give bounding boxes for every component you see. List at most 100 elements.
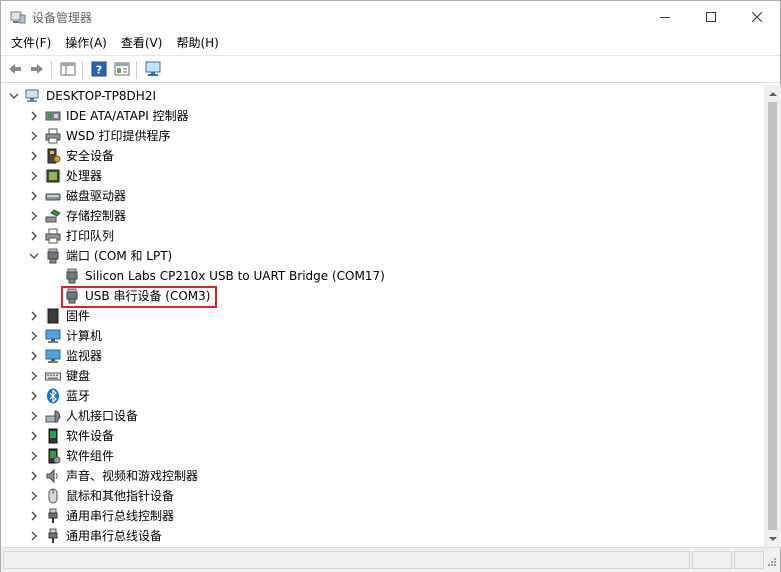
tree-category-label: 鼠标和其他指针设备: [66, 489, 175, 503]
tree-category-row[interactable]: 软件组件: [2, 446, 764, 466]
maximize-button[interactable]: [688, 1, 734, 32]
chevron-right-icon[interactable]: [28, 370, 40, 382]
status-pane-3: [734, 551, 764, 569]
storage-controller-icon: [45, 208, 61, 224]
toolbar-separator: [51, 61, 52, 79]
tree-category-row[interactable]: 通用串行总线控制器: [2, 506, 764, 526]
tree-category-label: 安全设备: [66, 149, 115, 163]
chevron-right-icon[interactable]: [28, 410, 40, 422]
chevron-right-icon[interactable]: [28, 310, 40, 322]
chevron-right-icon[interactable]: [28, 190, 40, 202]
tree-category-label: IDE ATA/ATAPI 控制器: [66, 109, 189, 123]
resize-grip-icon[interactable]: [765, 557, 777, 569]
chevron-right-icon[interactable]: [28, 430, 40, 442]
device-tree: DESKTOP-TP8DH2I IDE ATA/ATAPI 控制器 WSD 打印提…: [2, 85, 764, 547]
minimize-button[interactable]: [642, 1, 688, 32]
tree-category-row[interactable]: 人机接口设备: [2, 406, 764, 426]
chevron-right-icon[interactable]: [28, 330, 40, 342]
tree-category-row[interactable]: 安全设备: [2, 146, 764, 166]
tree-category-label: 端口 (COM 和 LPT): [66, 249, 173, 263]
scrollbar-thumb[interactable]: [768, 102, 777, 530]
tree-category-label: 通用串行总线设备: [66, 529, 163, 543]
tree-device-label: Silicon Labs CP210x USB to UART Bridge (…: [85, 269, 385, 283]
menu-file[interactable]: 文件(F): [1, 32, 58, 54]
title-bar: 设备管理器: [1, 1, 780, 32]
chevron-right-icon[interactable]: [28, 150, 40, 162]
chevron-right-icon[interactable]: [28, 210, 40, 222]
scroll-up-button[interactable]: [764, 85, 781, 102]
tree-category-row[interactable]: 通用串行总线设备: [2, 526, 764, 546]
printer-icon: [45, 228, 61, 244]
tree-category-row[interactable]: 固件: [2, 306, 764, 326]
tree-category-label: 人机接口设备: [66, 409, 139, 423]
tree-category-label: WSD 打印提供程序: [66, 129, 171, 143]
status-pane-main: [3, 551, 690, 569]
status-pane-2: [692, 551, 732, 569]
tree-category-row[interactable]: 键盘: [2, 366, 764, 386]
chevron-right-icon[interactable]: [28, 350, 40, 362]
tree-category-row[interactable]: 声音、视频和游戏控制器: [2, 466, 764, 486]
tree-category-row[interactable]: IDE ATA/ATAPI 控制器: [2, 106, 764, 126]
tree-category-row[interactable]: WSD 打印提供程序: [2, 126, 764, 146]
chevron-right-icon[interactable]: [28, 530, 40, 542]
tree-device-row[interactable]: Silicon Labs CP210x USB to UART Bridge (…: [2, 266, 764, 286]
chevron-right-icon[interactable]: [28, 470, 40, 482]
tree-category-label: 监视器: [66, 349, 103, 363]
tree-category-label: 磁盘驱动器: [66, 189, 127, 203]
tree-category-row[interactable]: 磁盘驱动器: [2, 186, 764, 206]
vertical-scrollbar[interactable]: [764, 85, 781, 547]
show-hide-console-tree-button[interactable]: [58, 60, 78, 80]
tree-category-label: 处理器: [66, 169, 103, 183]
tree-category-row[interactable]: 计算机: [2, 326, 764, 346]
tree-category-label: 通用串行总线控制器: [66, 509, 175, 523]
software-device-icon: [45, 428, 61, 444]
keyboard-icon: [45, 368, 61, 384]
help-icon: ?: [91, 61, 107, 80]
help-button[interactable]: ?: [89, 60, 109, 80]
tree-category-row[interactable]: 存储控制器: [2, 206, 764, 226]
chevron-right-icon[interactable]: [28, 130, 40, 142]
menu-view[interactable]: 查看(V): [114, 32, 170, 54]
tree-category-row[interactable]: 监视器: [2, 346, 764, 366]
chevron-right-icon[interactable]: [28, 390, 40, 402]
status-bar: [1, 547, 780, 572]
printer-icon: [45, 128, 61, 144]
tree-root-row[interactable]: DESKTOP-TP8DH2I: [2, 86, 764, 106]
tree-category-row[interactable]: 端口 (COM 和 LPT): [2, 246, 764, 266]
toolbar: ?: [1, 55, 780, 83]
tree-category-row[interactable]: 蓝牙: [2, 386, 764, 406]
scroll-down-button[interactable]: [764, 530, 781, 547]
device-manager-app-icon: [10, 9, 26, 25]
chevron-down-icon[interactable]: [8, 90, 20, 102]
ide-controller-icon: [45, 108, 61, 124]
toolbar-separator: [82, 61, 83, 79]
tree-category-row[interactable]: 软件设备: [2, 426, 764, 446]
menu-action[interactable]: 操作(A): [58, 32, 114, 54]
chevron-right-icon[interactable]: [28, 490, 40, 502]
scan-hardware-button[interactable]: [143, 60, 163, 80]
chevron-down-icon[interactable]: [28, 250, 40, 262]
monitor-icon: [45, 348, 61, 364]
chevron-right-icon[interactable]: [28, 450, 40, 462]
window-title: 设备管理器: [32, 11, 93, 25]
chevron-right-icon[interactable]: [28, 170, 40, 182]
forward-button[interactable]: [27, 60, 47, 80]
chevron-right-icon[interactable]: [28, 110, 40, 122]
chevron-right-icon[interactable]: [28, 230, 40, 242]
tree-category-row[interactable]: 打印队列: [2, 226, 764, 246]
chevron-right-icon[interactable]: [28, 510, 40, 522]
processor-icon: [45, 168, 61, 184]
toolbar-separator: [136, 61, 137, 79]
menu-help[interactable]: 帮助(H): [169, 32, 225, 54]
properties-view-button[interactable]: [112, 60, 132, 80]
tree-root-label: DESKTOP-TP8DH2I: [46, 89, 156, 103]
tree-category-row[interactable]: 处理器: [2, 166, 764, 186]
tree-category-label: 打印队列: [66, 229, 115, 243]
properties-icon: [114, 61, 130, 80]
disk-drive-icon: [45, 188, 61, 204]
tree-category-row[interactable]: 鼠标和其他指针设备: [2, 486, 764, 506]
tree-category-label: 固件: [66, 309, 91, 323]
close-button[interactable]: [734, 1, 780, 32]
back-button[interactable]: [5, 60, 25, 80]
tree-category-label: 软件设备: [66, 429, 115, 443]
